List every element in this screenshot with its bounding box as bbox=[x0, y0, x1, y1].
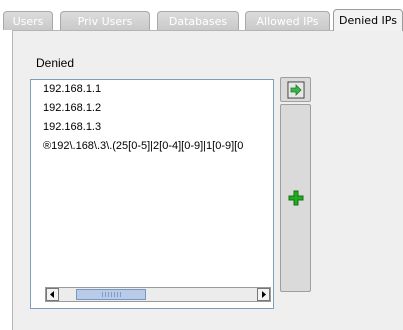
tab-priv-users[interactable]: Priv Users bbox=[60, 11, 150, 30]
export-arrow-icon bbox=[287, 81, 304, 98]
list-item[interactable]: ®192\.168\.3\.(25[0-5]|2[0-4][0-9]|1[0-9… bbox=[31, 137, 273, 156]
denied-label: Denied bbox=[36, 56, 75, 70]
export-button[interactable] bbox=[280, 77, 311, 102]
arrow-right-icon bbox=[262, 291, 266, 298]
list-item[interactable]: 192.168.1.2 bbox=[31, 99, 273, 118]
horizontal-scrollbar[interactable] bbox=[45, 287, 271, 302]
grip-icon bbox=[102, 292, 122, 297]
denied-ip-list[interactable]: 192.168.1.1 192.168.1.2 192.168.1.3 ®192… bbox=[30, 79, 274, 309]
tab-strip: Users Priv Users Databases Allowed IPs D… bbox=[0, 0, 403, 31]
tab-denied-ips[interactable]: Denied IPs bbox=[333, 9, 403, 31]
list-item[interactable]: 192.168.1.1 bbox=[31, 80, 273, 99]
add-button[interactable] bbox=[280, 104, 311, 292]
scroll-thumb[interactable] bbox=[76, 289, 146, 300]
green-plus-icon bbox=[288, 190, 303, 206]
tab-databases[interactable]: Databases bbox=[157, 11, 239, 30]
tab-users[interactable]: Users bbox=[3, 11, 53, 30]
tab-allowed-ips[interactable]: Allowed IPs bbox=[245, 11, 330, 30]
arrow-left-icon bbox=[50, 291, 54, 298]
list-item[interactable]: 192.168.1.3 bbox=[31, 118, 273, 137]
scroll-right-button[interactable] bbox=[257, 288, 270, 301]
scroll-left-button[interactable] bbox=[46, 288, 59, 301]
